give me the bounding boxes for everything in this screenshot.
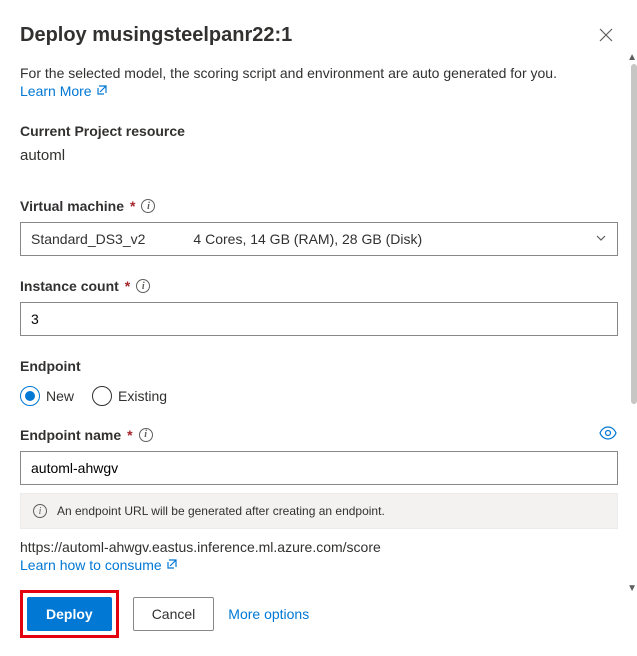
- vm-selected-name: Standard_DS3_v2: [31, 231, 145, 247]
- panel-title: Deploy musingsteelpanr22:1: [20, 24, 292, 47]
- endpoint-radio-existing[interactable]: Existing: [92, 386, 167, 406]
- endpoint-url-preview: https://automl-ahwgv.eastus.inference.ml…: [20, 539, 617, 555]
- close-icon: [599, 28, 613, 42]
- external-link-icon: [96, 84, 108, 99]
- radio-icon: [20, 386, 40, 406]
- scroll-up-arrow-icon[interactable]: ▲: [627, 52, 637, 63]
- scroll-down-arrow-icon[interactable]: ▼: [627, 583, 637, 594]
- vm-selected-specs: 4 Cores, 14 GB (RAM), 28 GB (Disk): [193, 231, 422, 247]
- instance-count-field-wrap: [20, 302, 618, 336]
- radio-icon: [92, 386, 112, 406]
- info-icon[interactable]: i: [139, 428, 153, 442]
- scrollbar-thumb[interactable]: [631, 64, 637, 404]
- vm-select[interactable]: Standard_DS3_v2 4 Cores, 14 GB (RAM), 28…: [20, 222, 618, 256]
- endpoint-radio-new[interactable]: New: [20, 386, 74, 406]
- endpoint-name-input[interactable]: [31, 460, 607, 476]
- info-icon[interactable]: i: [141, 199, 155, 213]
- project-resource-value: automl: [20, 147, 617, 164]
- endpoint-radio-existing-label: Existing: [118, 388, 167, 404]
- close-button[interactable]: [595, 24, 617, 49]
- deploy-panel: Deploy musingsteelpanr22:1 For the selec…: [0, 0, 637, 656]
- intro-text: For the selected model, the scoring scri…: [20, 65, 617, 81]
- instance-count-input[interactable]: [31, 311, 607, 327]
- chevron-down-icon: [595, 231, 607, 247]
- endpoint-radio-new-label: New: [46, 388, 74, 404]
- learn-more-label: Learn More: [20, 83, 92, 99]
- info-icon[interactable]: i: [136, 279, 150, 293]
- eye-icon[interactable]: [599, 426, 617, 443]
- learn-consume-link[interactable]: Learn how to consume: [20, 557, 178, 573]
- vm-label: Virtual machine: [20, 198, 124, 214]
- endpoint-label: Endpoint: [20, 358, 617, 374]
- info-icon: i: [33, 504, 47, 518]
- endpoint-name-label: Endpoint name: [20, 427, 121, 443]
- instance-count-label: Instance count: [20, 278, 119, 294]
- required-indicator: *: [127, 427, 132, 443]
- learn-consume-label: Learn how to consume: [20, 557, 162, 573]
- more-options-link[interactable]: More options: [228, 606, 309, 622]
- learn-more-link[interactable]: Learn More: [20, 83, 108, 99]
- project-resource-label: Current Project resource: [20, 123, 617, 139]
- footer-actions: Deploy Cancel More options: [20, 590, 309, 638]
- highlight-annotation: Deploy: [20, 590, 119, 638]
- cancel-button[interactable]: Cancel: [133, 597, 215, 631]
- endpoint-name-field-wrap: [20, 451, 618, 485]
- required-indicator: *: [125, 278, 130, 294]
- required-indicator: *: [130, 198, 135, 214]
- deploy-button[interactable]: Deploy: [27, 597, 112, 631]
- info-bar: i An endpoint URL will be generated afte…: [20, 493, 618, 529]
- info-bar-text: An endpoint URL will be generated after …: [57, 504, 385, 518]
- external-link-icon: [166, 558, 178, 573]
